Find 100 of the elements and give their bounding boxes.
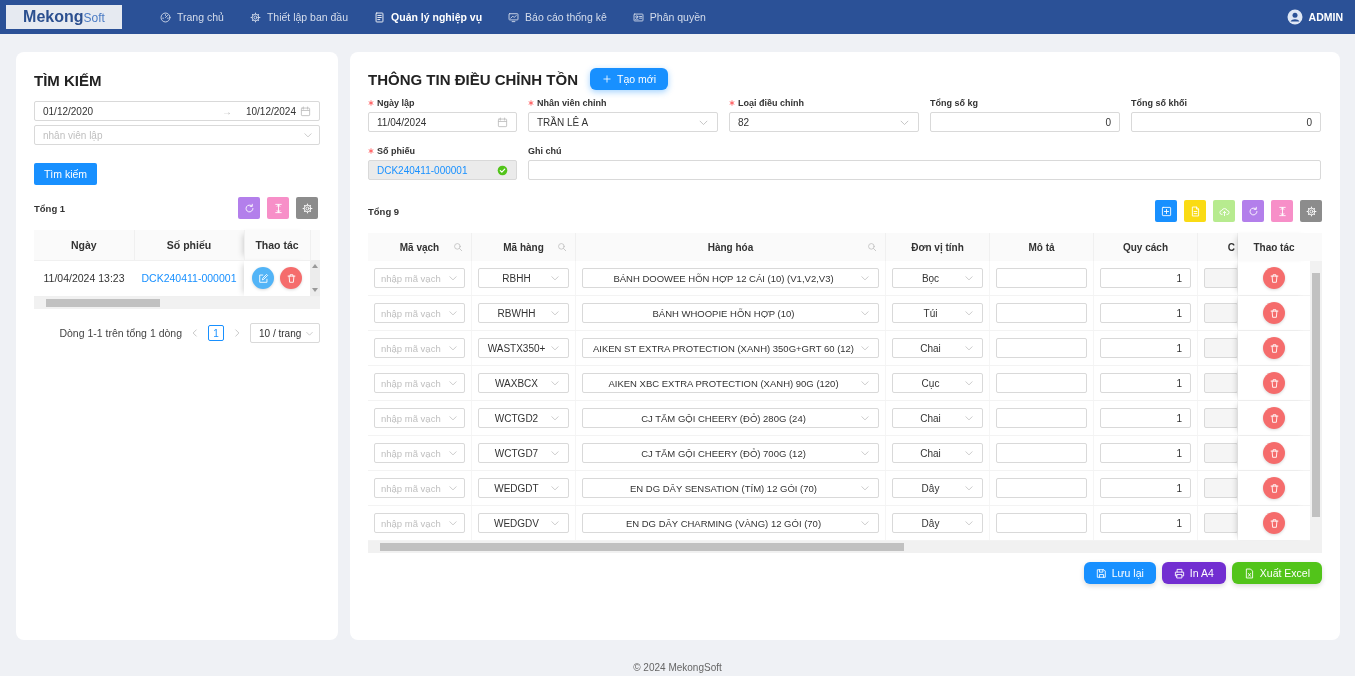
plus-icon [602,74,612,84]
product-select[interactable]: AIKEN XBC EXTRA PROTECTION (XANH) 90G (120) [582,373,879,393]
employee-select[interactable]: nhân viên lập [34,125,320,145]
description-field[interactable] [996,408,1087,428]
file-button[interactable] [1184,200,1206,222]
field-label: Nhân viên chỉnh [537,98,607,108]
item-code-select[interactable]: WAXBCX [478,373,569,393]
nav-link[interactable]: Báo cáo thống kê [508,11,607,23]
row-height-button[interactable] [1271,200,1293,222]
spec-field[interactable]: 1 [1100,443,1191,463]
edit-button[interactable] [252,267,274,290]
description-field[interactable] [996,443,1087,463]
field-label: Tổng số kg [930,98,978,108]
product-select[interactable]: EN DG DÂY CHARMING (VÀNG) 12 GÓI (70) [582,513,879,533]
trash-icon [285,272,297,284]
item-code-select[interactable]: RBWHH [478,303,569,323]
unit-select[interactable]: Chai [892,338,983,358]
vertical-scrollbar[interactable] [1310,261,1322,541]
settings-button[interactable] [1300,200,1322,222]
settings-button[interactable] [296,197,318,219]
product-select[interactable]: CJ TẮM GỘI CHEERY (ĐỎ) 700G (12) [582,443,879,463]
horizontal-scrollbar[interactable] [34,297,320,309]
number-field[interactable]: 0 [1131,112,1321,132]
unit-select[interactable]: Bọc [892,268,983,288]
add-button[interactable] [1155,200,1177,222]
description-field[interactable] [996,303,1087,323]
spec-field[interactable]: 1 [1100,338,1191,358]
unit-select[interactable]: Dây [892,513,983,533]
spec-field[interactable]: 1 [1100,373,1191,393]
delete-button[interactable] [1263,477,1285,499]
scroll-up-icon[interactable] [312,264,318,268]
reload-button[interactable] [238,197,260,219]
chevron-down-icon [550,518,560,528]
note-field[interactable] [528,160,1321,180]
item-code-select[interactable]: RBHH [478,268,569,288]
description-field[interactable] [996,338,1087,358]
product-select[interactable]: BÁNH DOOWEE HỖN HỢP 12 CÁI (10) (V1,V2,V3) [582,268,879,288]
item-code-select[interactable]: WEDGDV [478,513,569,533]
scroll-down-icon[interactable] [312,288,318,292]
chevron-down-icon [964,308,974,318]
unit-select[interactable]: Cục [892,373,983,393]
date-field[interactable]: 11/04/2024 [368,112,517,132]
delete-button[interactable] [1263,442,1285,464]
nav-link[interactable]: Phân quyền [632,11,706,23]
delete-button[interactable] [1263,512,1285,534]
row-height-button[interactable] [267,197,289,219]
description-field[interactable] [996,513,1087,533]
chevron-down-icon [448,378,458,388]
chevron-down-icon [860,483,870,493]
print-button[interactable]: In A4 [1161,562,1226,584]
unit-select[interactable]: Dây [892,478,983,498]
product-select[interactable]: AIKEN ST EXTRA PROTECTION (XANH) 350G+GRT 60 (12) [582,338,879,358]
reload-button[interactable] [1242,200,1264,222]
product-select[interactable]: EN DG DÂY SENSATION (TÍM) 12 GÓI (70) [582,478,879,498]
chevron-down-icon [448,273,458,283]
cloud-upload-icon [1218,205,1230,217]
chevron-down-icon [448,518,458,528]
settings-icon [1305,205,1317,217]
product-select[interactable]: CJ TẮM GỘI CHEERY (ĐỎ) 280G (24) [582,408,879,428]
unit-select[interactable]: Chai [892,408,983,428]
gear-icon [249,11,261,23]
product-select[interactable]: BÁNH WHOOPIE HỖN HỢP (10) [582,303,879,323]
select-field[interactable]: TRẦN LÊ A [528,112,718,132]
spec-field[interactable]: 1 [1100,408,1191,428]
delete-button[interactable] [280,267,302,290]
logo[interactable]: MekongSoft [6,5,122,29]
item-code-select[interactable]: WEDGDT [478,478,569,498]
delete-button[interactable] [1263,372,1285,394]
delete-button[interactable] [1263,302,1285,324]
description-field[interactable] [996,373,1087,393]
user-name[interactable]: ADMIN [1308,11,1343,23]
upload-button[interactable] [1213,200,1235,222]
number-field[interactable]: 0 [930,112,1120,132]
delete-button[interactable] [1263,407,1285,429]
description-field[interactable] [996,268,1087,288]
field-label: Ghi chú [528,146,562,156]
unit-select[interactable]: Chai [892,443,983,463]
item-code-select[interactable]: WASTX350+ [478,338,569,358]
nav-link[interactable]: Thiết lập ban đầu [249,11,349,23]
item-code-select[interactable]: WCTGD7 [478,443,569,463]
item-code-select[interactable]: WCTGD2 [478,408,569,428]
edit-icon [257,272,269,284]
trash-icon [1268,517,1280,529]
page-size-select[interactable]: 10 / trang [250,323,320,343]
spec-field[interactable]: 1 [1100,513,1191,533]
description-field[interactable] [996,478,1087,498]
delete-button[interactable] [1263,337,1285,359]
delete-button[interactable] [1263,267,1285,289]
nav-link[interactable]: Trang chủ [160,11,224,23]
date-range-field[interactable]: 01/12/2020 → 10/12/2024 [34,101,320,121]
user-avatar-icon [1286,9,1303,25]
horizontal-scrollbar[interactable] [368,541,1322,553]
nav-link[interactable]: Quản lý nghiệp vụ [374,11,483,23]
spec-field[interactable]: 1 [1100,303,1191,323]
spec-field[interactable]: 1 [1100,268,1191,288]
vertical-scrollbar[interactable] [310,260,320,296]
spec-field[interactable]: 1 [1100,478,1191,498]
select-field[interactable]: 82 [729,112,919,132]
printer-icon [1173,567,1185,579]
unit-select[interactable]: Túi [892,303,983,323]
